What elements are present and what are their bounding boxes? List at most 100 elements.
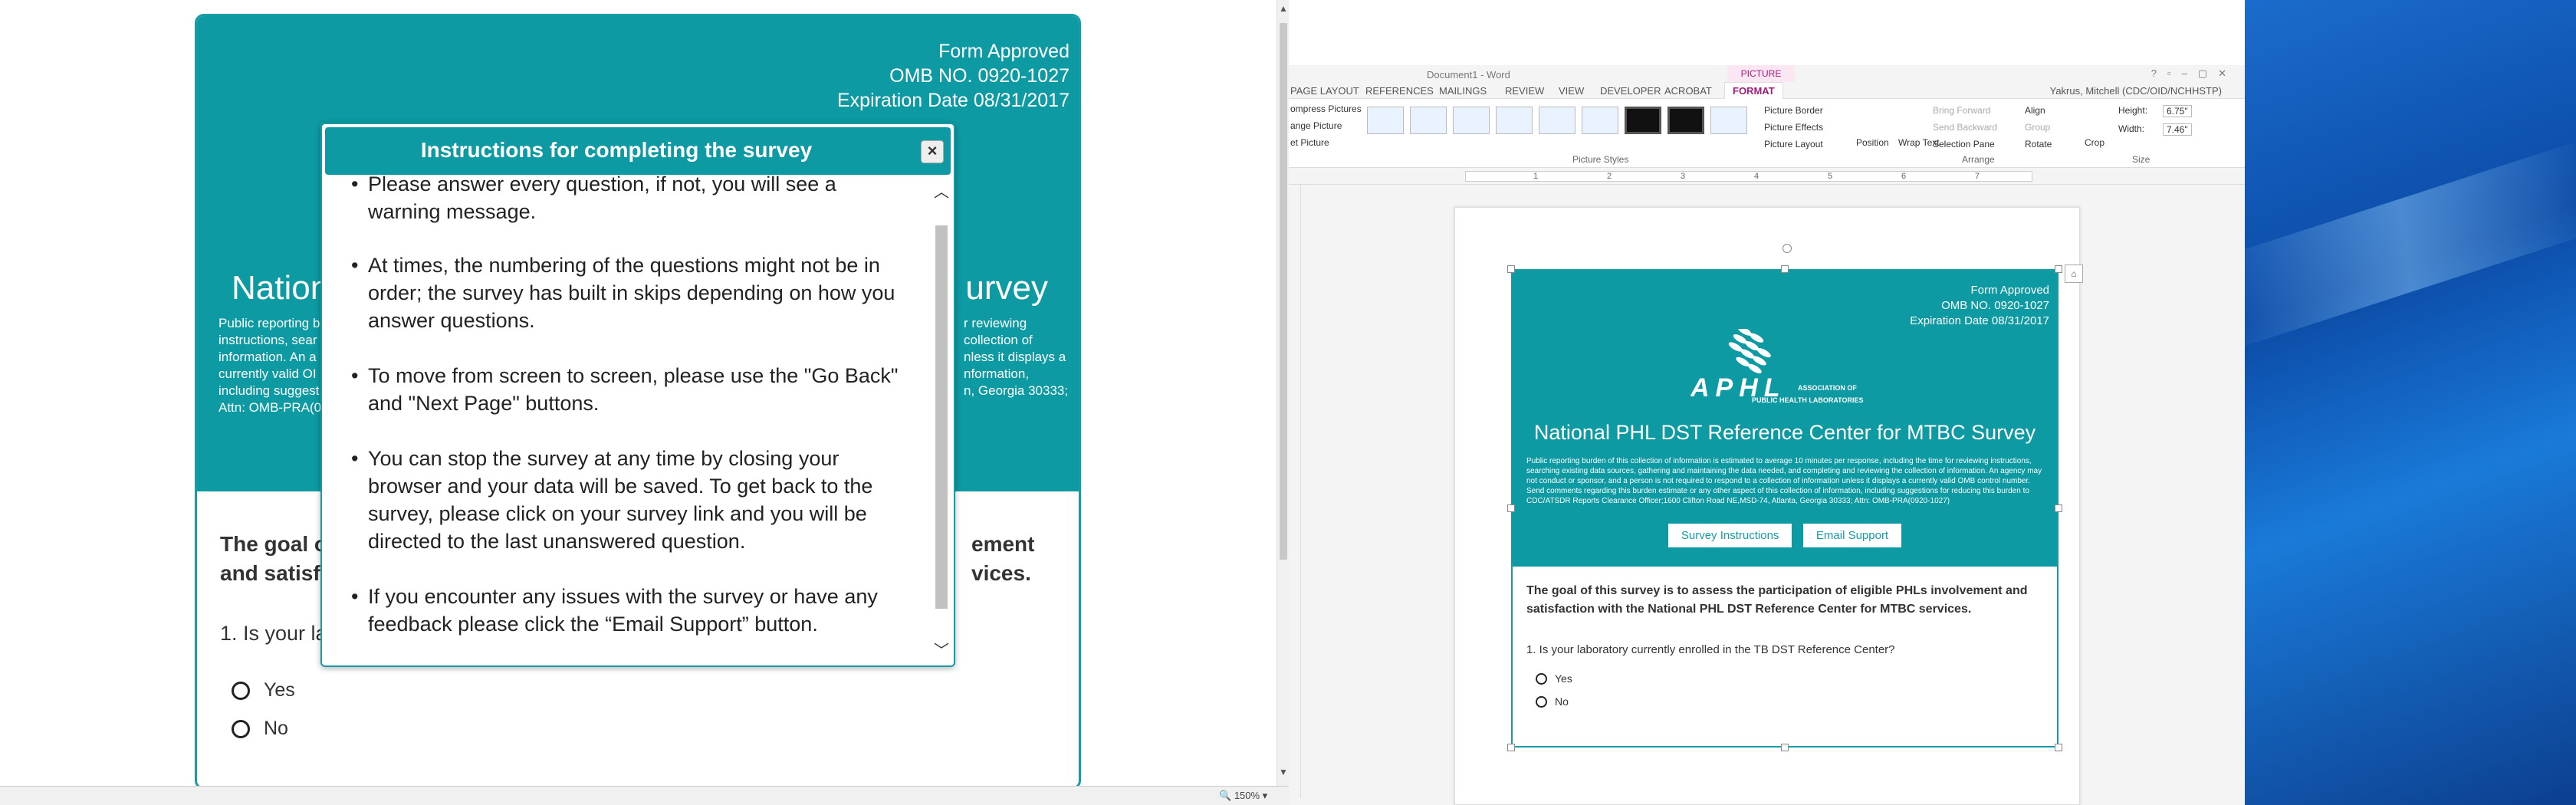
- rotate-button[interactable]: Rotate: [2025, 139, 2052, 150]
- embedded-survey-image[interactable]: Form Approved OMB NO. 0920-1027 Expirati…: [1511, 269, 2058, 748]
- bring-forward-button[interactable]: Bring Forward: [1933, 105, 1990, 116]
- reset-picture-button[interactable]: et Picture: [1290, 137, 1329, 148]
- page-scroll-thumb[interactable]: [1280, 23, 1287, 560]
- scroll-up-icon[interactable]: ︿: [934, 179, 949, 202]
- tab-view[interactable]: VIEW: [1559, 85, 1584, 97]
- tab-review[interactable]: REVIEW: [1505, 85, 1544, 97]
- radio-circle-icon[interactable]: [232, 681, 250, 700]
- crop-button[interactable]: Crop: [2085, 137, 2104, 148]
- ruler-number: 5: [1828, 172, 1833, 181]
- modal-scrollbar[interactable]: ︿ ﹀: [932, 179, 951, 664]
- ruler-number: 3: [1681, 172, 1686, 181]
- word-title-bar: Document1 - Word PICTURE TOOLS ?▫–▢✕: [1289, 65, 2245, 96]
- height-input[interactable]: 6.75": [2163, 105, 2192, 117]
- resize-handle-icon[interactable]: [1507, 744, 1515, 751]
- embedded-question-1: 1. Is your laboratory currently enrolled…: [1526, 643, 1895, 656]
- scroll-up-icon[interactable]: ▲: [1279, 3, 1288, 14]
- form-approved-text: Form Approved: [938, 41, 1070, 62]
- tab-acrobat[interactable]: ACROBAT: [1664, 85, 1712, 97]
- picture-tools-label: PICTURE TOOLS: [1727, 65, 1795, 96]
- ruler-number: 2: [1607, 172, 1612, 181]
- resize-handle-icon[interactable]: [1507, 265, 1515, 273]
- svg-text:PUBLIC HEALTH LABORATORIES: PUBLIC HEALTH LABORATORIES: [1752, 396, 1864, 404]
- goal-text-left: The goal o and satisfa: [220, 530, 332, 588]
- picture-style-9[interactable]: [1710, 107, 1747, 134]
- tab-references[interactable]: REFERENCES: [1365, 85, 1434, 97]
- omb-number-text: OMB NO. 0920-1027: [889, 65, 1070, 87]
- goal-line: The goal o: [220, 532, 327, 556]
- radio-circle-icon[interactable]: [232, 719, 250, 738]
- align-button[interactable]: Align: [2025, 105, 2045, 116]
- compress-pictures-button[interactable]: ompress Pictures: [1290, 104, 1362, 114]
- radio-circle-icon[interactable]: [1536, 672, 1547, 685]
- embedded-yes-label: Yes: [1555, 672, 1572, 685]
- embedded-radio-yes[interactable]: Yes: [1536, 672, 1572, 685]
- resize-handle-icon[interactable]: [1507, 504, 1515, 512]
- ruler-number: 6: [1901, 172, 1907, 181]
- bullet-icon: •: [351, 447, 359, 470]
- change-picture-button[interactable]: ange Picture: [1290, 120, 1342, 131]
- resize-handle-icon[interactable]: [2055, 744, 2062, 751]
- embedded-header: Form Approved OMB NO. 0920-1027 Expirati…: [1513, 271, 2057, 567]
- aphl-logo: APHL ASSOCIATION OF PUBLIC HEALTH LABORA…: [1690, 326, 1882, 406]
- send-backward-button[interactable]: Send Backward: [1933, 122, 1997, 133]
- layout-options-icon[interactable]: ⌂: [2065, 264, 2083, 283]
- instruction-item: • To move from screen to screen, please …: [351, 362, 905, 417]
- resize-handle-icon[interactable]: [2055, 504, 2062, 512]
- radio-circle-icon[interactable]: [1536, 695, 1547, 708]
- picture-style-6[interactable]: [1582, 107, 1618, 134]
- tab-format[interactable]: FORMAT: [1724, 82, 1783, 99]
- position-button[interactable]: Position: [1856, 137, 1889, 148]
- modal-content: • Please answer every question, if not, …: [337, 175, 928, 662]
- radio-yes[interactable]: Yes: [232, 679, 295, 702]
- page-vertical-scrollbar[interactable]: ▲ ▼: [1276, 0, 1289, 790]
- selection-pane-button[interactable]: Selection Pane: [1933, 139, 1995, 150]
- group-button[interactable]: Group: [2025, 122, 2050, 133]
- picture-style-5[interactable]: [1539, 107, 1576, 134]
- modal-close-button[interactable]: ×: [921, 140, 944, 163]
- zoom-level[interactable]: 🔍 150% ▾: [1219, 790, 1267, 802]
- instruction-text: To move from screen to screen, please us…: [368, 364, 899, 415]
- burden-paragraph-right: r reviewing collection of nless it displ…: [964, 315, 1071, 399]
- resize-handle-icon[interactable]: [1781, 744, 1789, 751]
- resize-handle-icon[interactable]: [2055, 265, 2062, 273]
- tab-mailings[interactable]: MAILINGS: [1439, 85, 1487, 97]
- embedded-form-approved: Form Approved: [1970, 284, 2049, 297]
- picture-style-7[interactable]: [1625, 107, 1661, 134]
- picture-style-3[interactable]: [1453, 107, 1490, 134]
- picture-style-2[interactable]: [1410, 107, 1447, 134]
- embedded-radio-no[interactable]: No: [1536, 695, 1569, 708]
- goal-line: and satisfa: [220, 561, 333, 585]
- modal-header: Instructions for completing the survey ×: [325, 127, 951, 175]
- picture-layout-button[interactable]: Picture Layout: [1764, 139, 1823, 150]
- instruction-text: You can stop the survey at any time by c…: [368, 447, 873, 553]
- wallpaper-light-streak: [2209, 142, 2576, 349]
- status-bar: 🔍 150% ▾: [0, 786, 1289, 805]
- window-controls[interactable]: ?▫–▢✕: [2151, 67, 2237, 80]
- instruction-item: • At times, the numbering of the questio…: [351, 251, 905, 334]
- ruler-track: 1 2 3 4 5 6 7: [1465, 171, 2032, 182]
- radio-no[interactable]: No: [232, 718, 288, 740]
- tab-page-layout[interactable]: PAGE LAYOUT: [1290, 85, 1359, 97]
- rotate-handle-icon[interactable]: [1783, 244, 1792, 253]
- picture-border-button[interactable]: Picture Border: [1764, 105, 1823, 116]
- tab-developer[interactable]: DEVELOPER: [1600, 85, 1661, 97]
- height-label: Height:: [2118, 105, 2148, 116]
- scroll-down-icon[interactable]: ▼: [1279, 767, 1288, 777]
- survey-title-right-fragment: urvey: [965, 269, 1048, 307]
- picture-style-8[interactable]: [1668, 107, 1704, 134]
- picture-effects-button[interactable]: Picture Effects: [1764, 122, 1823, 133]
- picture-style-4[interactable]: [1496, 107, 1533, 134]
- user-name[interactable]: Yakrus, Mitchell (CDC/OID/NCHHSTP): [2050, 85, 2222, 97]
- desktop-wallpaper: [2209, 0, 2576, 805]
- word-window: Document1 - Word PICTURE TOOLS ?▫–▢✕ PAG…: [1289, 65, 2245, 805]
- picture-style-1[interactable]: [1367, 107, 1404, 134]
- ribbon-tabs: PAGE LAYOUT REFERENCES MAILINGS REVIEW V…: [1289, 82, 2245, 99]
- scroll-down-icon[interactable]: ﹀: [934, 638, 949, 660]
- modal-scroll-thumb[interactable]: [935, 225, 948, 609]
- survey-instructions-button[interactable]: Survey Instructions: [1668, 524, 1792, 547]
- width-input[interactable]: 7.46": [2163, 123, 2192, 136]
- embedded-body: The goal of this survey is to assess the…: [1513, 567, 2057, 746]
- resize-handle-icon[interactable]: [1781, 265, 1789, 273]
- email-support-button[interactable]: Email Support: [1802, 524, 1902, 547]
